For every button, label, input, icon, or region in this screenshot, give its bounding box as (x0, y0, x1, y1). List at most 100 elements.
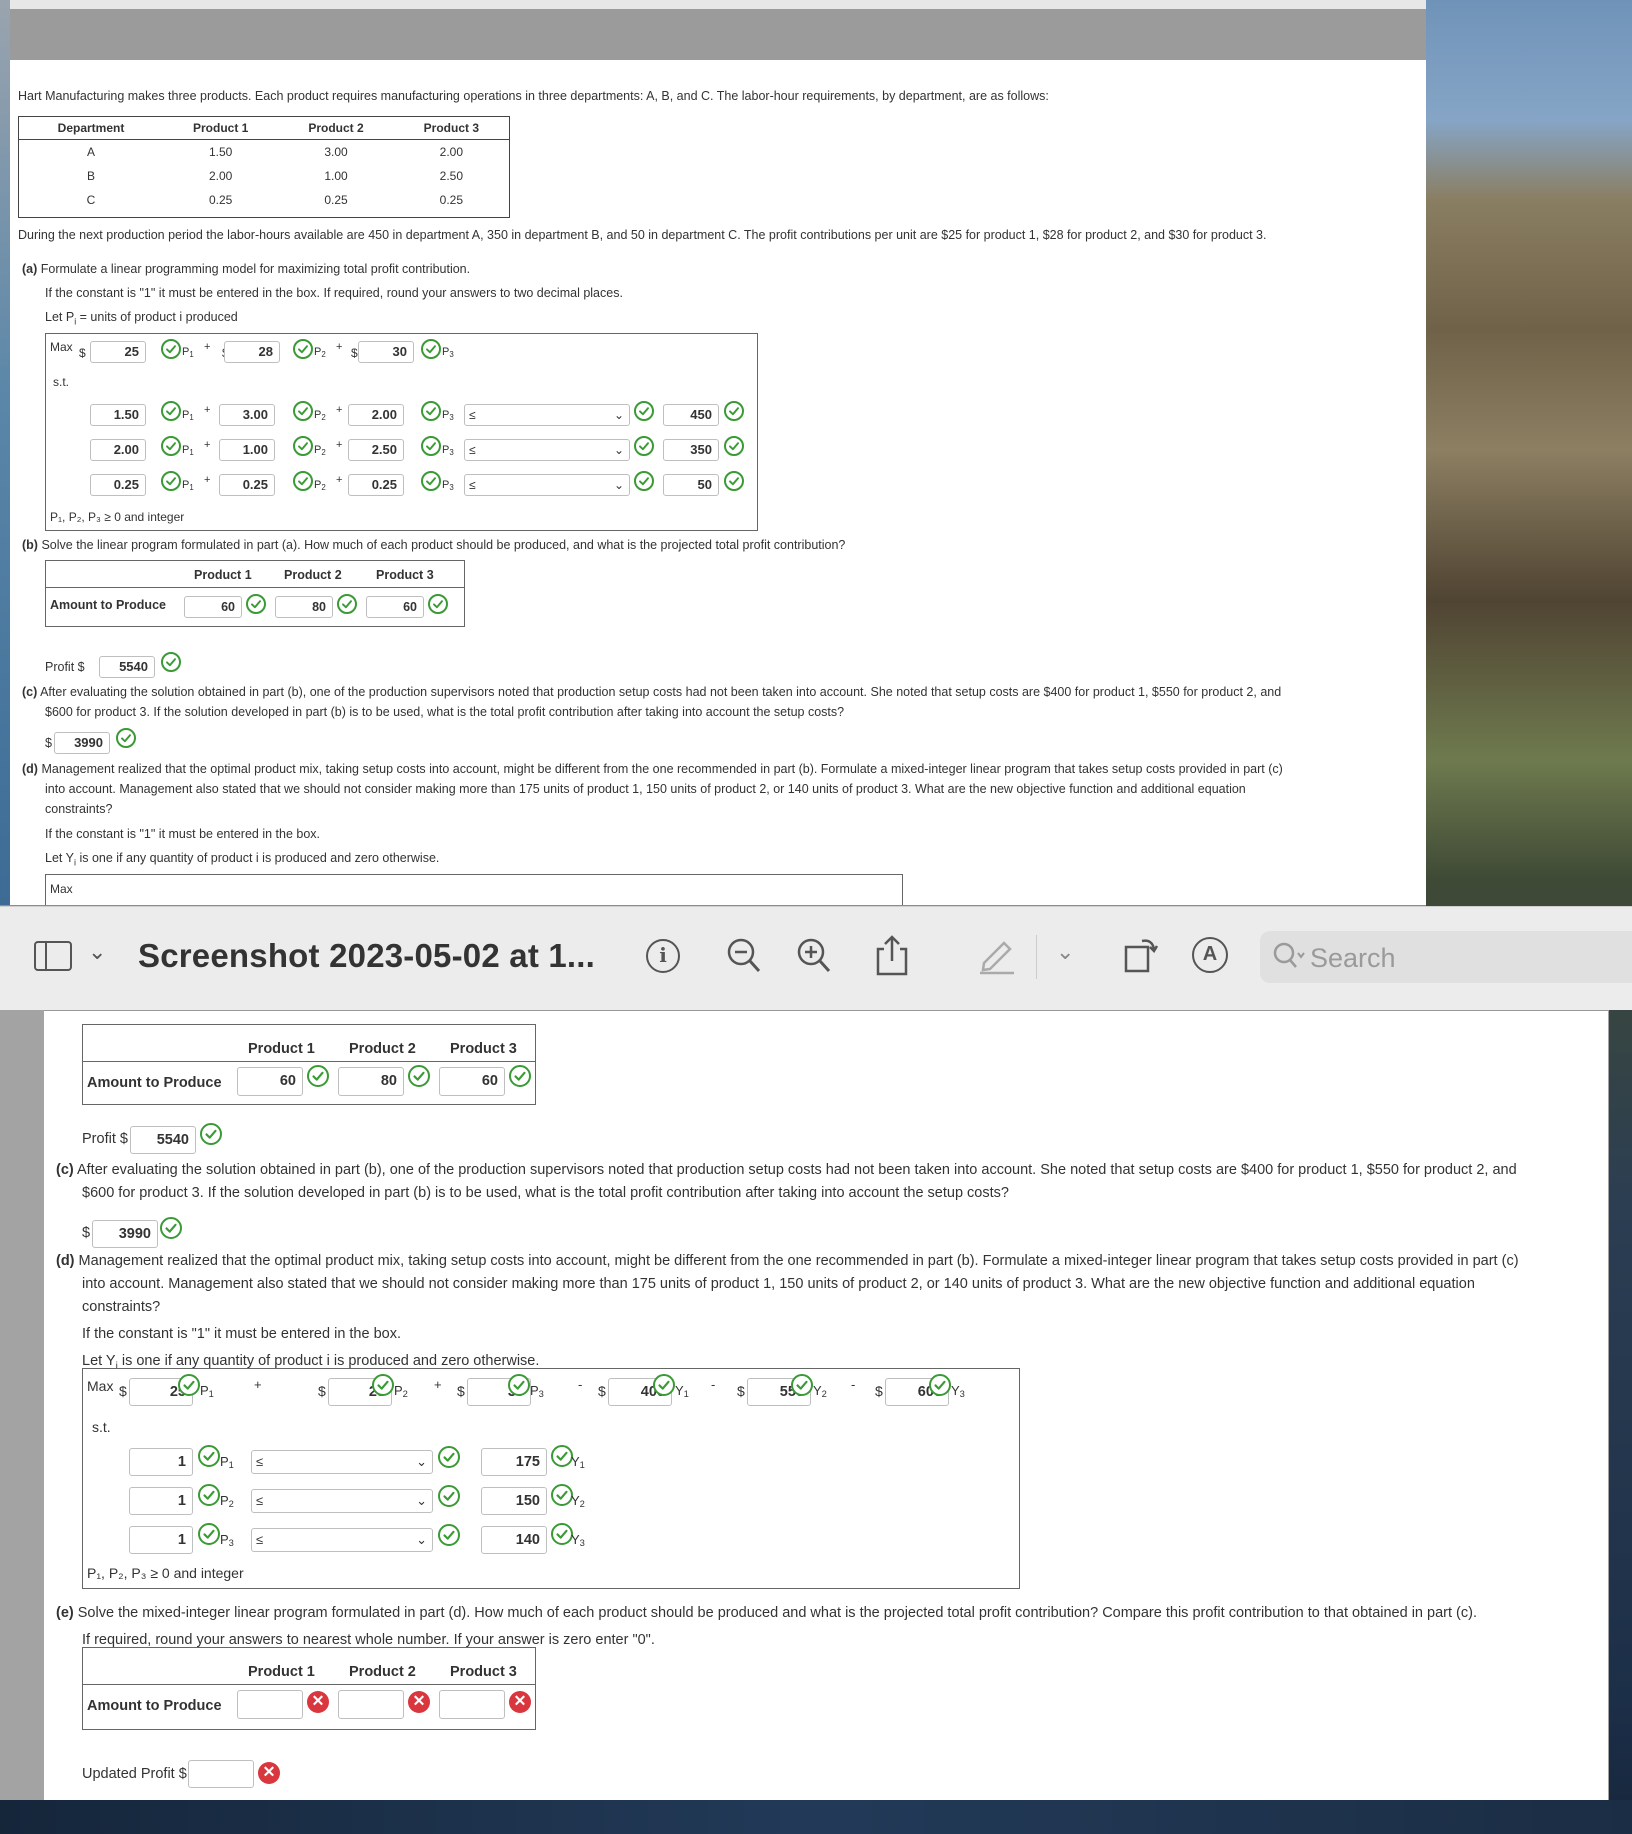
var-sub: 1 (189, 483, 194, 492)
correct-check-icon (551, 1523, 573, 1545)
profit-input[interactable]: 5540 (99, 656, 155, 678)
objective-coef-input[interactable]: 30 (358, 341, 414, 363)
constraint-sign-select[interactable]: ≤ ⌄ (464, 439, 630, 461)
var-sub: 2 (321, 350, 326, 359)
part-b-question: (b) Solve the linear program formulated … (22, 538, 845, 552)
rhs-input[interactable]: 175 (481, 1448, 547, 1476)
constraint-coef-input[interactable]: 2.00 (90, 439, 146, 461)
var-name: Y (675, 1383, 684, 1398)
variable-label: P2 (314, 444, 326, 457)
rhs-input[interactable]: 350 (663, 439, 719, 461)
correct-check-icon (724, 401, 744, 421)
correct-check-icon (508, 1374, 530, 1396)
variable-label: Y3 (571, 1532, 585, 1548)
amount-input[interactable] (237, 1690, 303, 1719)
correct-check-icon (421, 339, 441, 359)
amount-input[interactable]: 80 (338, 1067, 404, 1096)
let-rest: is one if any quantity of product i is p… (117, 1353, 540, 1369)
incorrect-x-icon: ✕ (509, 1691, 531, 1713)
setup-profit-input[interactable]: 3990 (54, 732, 110, 754)
amount-input[interactable]: 60 (237, 1067, 303, 1096)
select-value: ≤ (256, 1493, 264, 1508)
constraint-coef-input[interactable]: 2.50 (348, 439, 404, 461)
amount-input[interactable] (439, 1690, 505, 1719)
correct-check-icon (372, 1374, 394, 1396)
amount-input[interactable] (338, 1690, 404, 1719)
profit-label: Profit $ (82, 1131, 128, 1147)
part-d-line3: constraints? (45, 802, 113, 816)
constraint-coef-input[interactable]: 2.00 (348, 404, 404, 426)
updated-profit-input[interactable] (188, 1760, 254, 1788)
constraint-coef-input[interactable]: 0.25 (90, 474, 146, 496)
setup-profit-input[interactable]: 3990 (92, 1220, 158, 1248)
table-cell: 3.00 (324, 144, 348, 159)
constraint-coef-input[interactable]: 1 (129, 1448, 193, 1476)
correct-check-icon (337, 594, 357, 614)
amount-input[interactable]: 80 (275, 596, 333, 618)
document-title: Screenshot 2023-05-02 at 1... (138, 937, 596, 974)
desktop-wallpaper-left (0, 0, 10, 905)
search-field[interactable]: Search (1260, 931, 1632, 983)
annotate-icon[interactable]: A (1192, 937, 1228, 973)
dept-header: Product 1 (163, 117, 279, 140)
plus-sign: + (336, 341, 343, 353)
search-icon (1272, 941, 1306, 978)
header-divider (83, 1061, 535, 1062)
correct-check-icon (438, 1446, 460, 1468)
correct-check-icon (421, 436, 441, 456)
constraint-sign-select[interactable]: ≤ ⌄ (464, 474, 630, 496)
table-cell: B (86, 168, 95, 183)
rotate-icon[interactable] (1122, 935, 1160, 981)
profit-input[interactable]: 5540 (130, 1126, 196, 1154)
constraint-coef-input[interactable]: 3.00 (219, 404, 275, 426)
markup-pen-icon[interactable] (978, 935, 1016, 981)
var-sub: 3 (959, 1389, 965, 1399)
part-c-line1: (c) After evaluating the solution obtain… (56, 1162, 1517, 1178)
part-label: (d) (22, 762, 38, 776)
column-header: Product 3 (450, 1041, 517, 1057)
share-icon[interactable] (874, 933, 910, 983)
plus-sign: + (336, 474, 343, 486)
part-label: (b) (22, 538, 38, 552)
correct-check-icon (293, 471, 313, 491)
part-c-line2: $600 for product 3. If the solution deve… (82, 1185, 1009, 1201)
amount-input[interactable]: 60 (439, 1067, 505, 1096)
constraint-sign-select[interactable]: ≤ ⌄ (251, 1528, 433, 1552)
zoom-out-icon[interactable] (726, 937, 762, 981)
var-sub: 2 (321, 448, 326, 457)
variable-label: P2 (314, 409, 326, 422)
sidebar-icon[interactable] (34, 941, 72, 971)
info-icon[interactable]: i (646, 939, 680, 973)
part-label: (a) (22, 262, 38, 276)
constraint-coef-input[interactable]: 1.00 (219, 439, 275, 461)
dollar-sign: $ (457, 1383, 465, 1399)
constraint-coef-input[interactable]: 1 (129, 1526, 193, 1554)
rhs-input[interactable]: 140 (481, 1526, 547, 1554)
constraint-sign-select[interactable]: ≤ ⌄ (464, 404, 630, 426)
chevron-down-icon[interactable]: ⌄ (88, 941, 106, 963)
var-sub: 2 (821, 1389, 827, 1399)
chevron-down-icon: ⌄ (613, 478, 624, 492)
rhs-input[interactable]: 50 (663, 474, 719, 496)
correct-check-icon (293, 401, 313, 421)
var-name: Y (813, 1383, 822, 1398)
plus-sign: + (204, 341, 211, 353)
amount-input[interactable]: 60 (366, 596, 424, 618)
chevron-down-icon[interactable]: ⌄ (1056, 941, 1074, 963)
constraint-coef-input[interactable]: 1.50 (90, 404, 146, 426)
constraint-coef-input[interactable]: 1 (129, 1487, 193, 1515)
objective-coef-input[interactable]: 25 (90, 341, 146, 363)
constraint-coef-input[interactable]: 0.25 (348, 474, 404, 496)
constraint-coef-input[interactable]: 0.25 (219, 474, 275, 496)
constraint-sign-select[interactable]: ≤ ⌄ (251, 1450, 433, 1474)
rhs-input[interactable]: 150 (481, 1487, 547, 1515)
amount-input[interactable]: 60 (184, 596, 242, 618)
rhs-input[interactable]: 450 (663, 404, 719, 426)
var-sub: 3 (538, 1389, 544, 1399)
zoom-in-icon[interactable] (796, 937, 832, 981)
correct-check-icon (198, 1445, 220, 1467)
objective-coef-input[interactable]: 28 (224, 341, 280, 363)
correct-check-icon (551, 1484, 573, 1506)
part-e-text: Solve the mixed-integer linear program f… (77, 1605, 1477, 1621)
constraint-sign-select[interactable]: ≤ ⌄ (251, 1489, 433, 1513)
